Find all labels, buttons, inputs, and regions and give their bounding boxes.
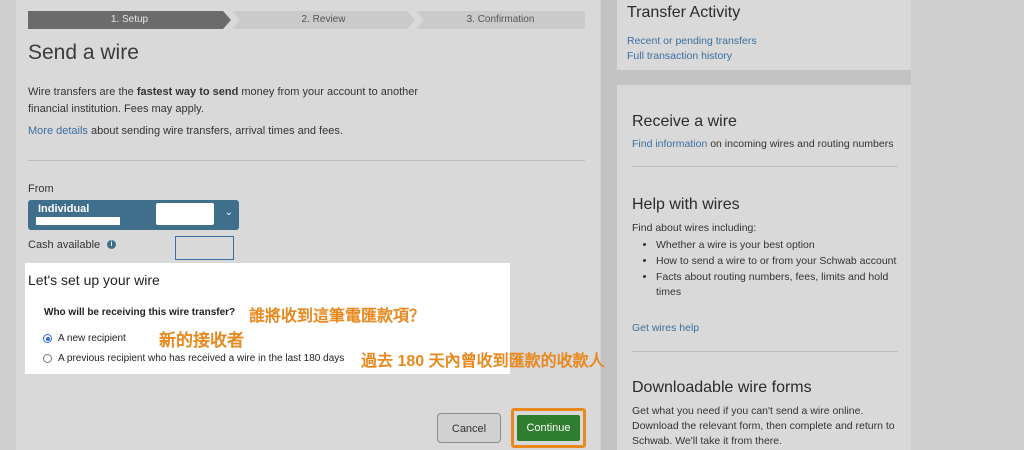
receive-wire-title: Receive a wire: [632, 113, 737, 130]
sidebar: Transfer Activity Recent or pending tran…: [601, 0, 911, 450]
cancel-button[interactable]: Cancel: [437, 413, 501, 443]
transaction-history-link[interactable]: Full transaction history: [627, 50, 732, 62]
redacted-account-number: [156, 203, 214, 225]
help-wires-list: Whether a wire is your best option How t…: [632, 238, 916, 301]
wire-setup-dialog: Let's set up your wire Who will be recei…: [25, 263, 605, 374]
option-previous-recipient[interactable]: A previous recipient who has received a …: [43, 353, 344, 364]
list-item: Whether a wire is your best option: [656, 238, 916, 253]
divider: [632, 351, 898, 352]
continue-button[interactable]: Continue: [517, 415, 580, 441]
step-setup: 1. Setup: [28, 11, 231, 29]
progress-stepper: 1. Setup 2. Review 3. Confirmation: [28, 11, 585, 29]
intro-text: Wire transfers are the fastest way to se…: [28, 86, 419, 115]
option-new-recipient[interactable]: A new recipient: [43, 333, 126, 344]
get-wires-help-link[interactable]: Get wires help: [632, 322, 699, 334]
redacted-account-info: [36, 217, 120, 225]
recent-transfers-link[interactable]: Recent or pending transfers: [627, 35, 757, 47]
page-title: Send a wire: [28, 41, 139, 64]
continue-highlight: Continue: [511, 408, 586, 448]
find-information-link[interactable]: Find information: [632, 138, 707, 150]
option-new-recipient-translation: 新的接收者: [159, 331, 244, 350]
dialog-title: Let's set up your wire: [28, 272, 160, 288]
intro-bold: fastest way to send: [136, 86, 239, 98]
more-details-link[interactable]: More details: [28, 125, 88, 137]
from-account-select[interactable]: Individual ⌄: [28, 200, 239, 230]
cash-available-label: Cash available: [28, 239, 101, 251]
divider: [28, 160, 585, 161]
wire-forms-text: Get what you need if you can't send a wi…: [632, 405, 895, 447]
receive-wire-text: Find information on incoming wires and r…: [632, 138, 894, 150]
wire-forms-title: Downloadable wire forms: [632, 379, 812, 396]
transfer-activity-card: Transfer Activity Recent or pending tran…: [617, 0, 911, 70]
help-wires-title: Help with wires: [632, 196, 740, 213]
option-new-recipient-label: A new recipient: [58, 333, 126, 344]
transfer-activity-title: Transfer Activity: [627, 4, 741, 21]
step-review: 2. Review: [232, 11, 415, 29]
recipient-question-translation: 誰將收到這筆電匯款項？: [249, 308, 426, 325]
chevron-down-icon: ⌄: [224, 207, 233, 218]
recipient-question: Who will be receiving this wire transfer…: [44, 307, 236, 318]
account-name: Individual: [38, 203, 90, 215]
radio-previous-recipient[interactable]: [43, 354, 52, 363]
list-item: How to send a wire to or from your Schwa…: [656, 254, 916, 269]
help-wires-intro: Find about wires including:: [632, 222, 757, 234]
list-item: Facts about routing numbers, fees, limit…: [656, 270, 916, 300]
info-icon[interactable]: i: [107, 240, 116, 249]
divider: [632, 166, 898, 167]
radio-new-recipient[interactable]: [43, 334, 52, 343]
option-previous-recipient-translation: 過去 180 天內曾收到匯款的收款人: [361, 353, 605, 370]
more-details-line: More details about sending wire transfer…: [28, 125, 343, 137]
step-confirmation: 3. Confirmation: [416, 11, 585, 29]
from-label: From: [28, 183, 54, 195]
cash-available-value: [175, 236, 234, 260]
send-wire-panel: 1. Setup 2. Review 3. Confirmation Send …: [16, 0, 600, 450]
wire-info-card: Receive a wire Find information on incom…: [617, 85, 911, 450]
option-previous-recipient-label: A previous recipient who has received a …: [58, 353, 345, 364]
